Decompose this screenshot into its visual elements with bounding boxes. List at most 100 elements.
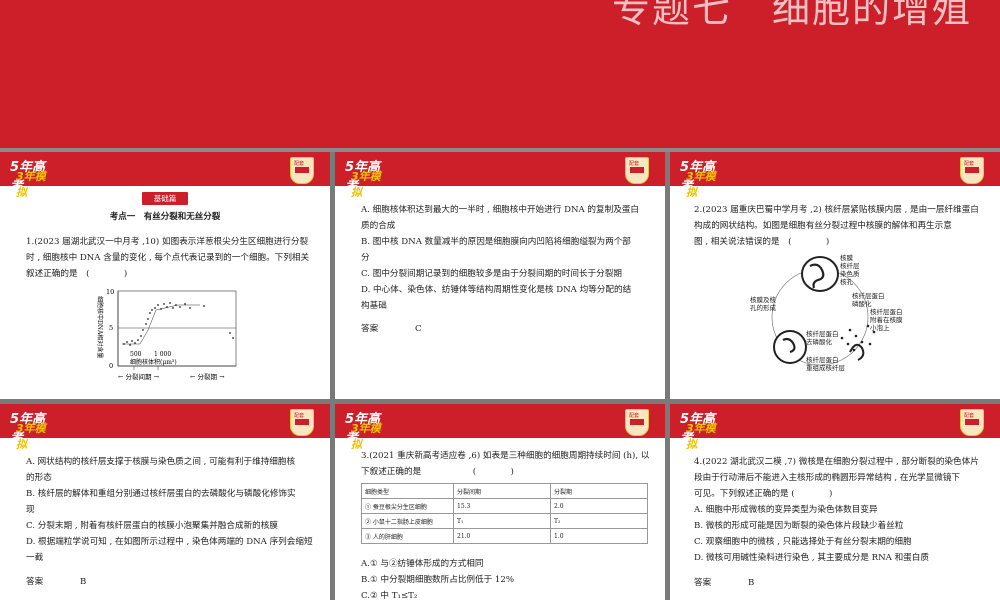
x-tick-label: 1 000 <box>154 351 171 358</box>
slide-thumbnail-3[interactable]: 5年高考 3年模拟 配套 2.(2023 届重庆巴蜀中学月考 ,2) 核纤层紧贴… <box>670 152 1000 399</box>
diagram-label: 核孔 <box>840 277 854 286</box>
slide-thumbnail-6[interactable]: 5年高考 3年模拟 配套 4.(2022 湖北武汉二模 ,7) 微核是在细胞分裂… <box>670 404 1000 600</box>
edition-badge-icon: 配套 <box>625 409 649 436</box>
table-header: 分裂期 <box>550 483 648 499</box>
y-tick-label: 5 <box>109 324 113 332</box>
table-cell: ② 小鼠十二指肠上皮细胞 <box>361 513 454 529</box>
option-line: A. 细胞中形成微核的变异类型为染色体数目变异 <box>694 505 878 515</box>
table-row: ③ 人的肝细胞 21.0 1.0 <box>361 528 648 544</box>
diagram-label: 核纤层蛋白 <box>852 291 885 300</box>
option-line: B. 微核的形成可能是因为断裂的染色体片段缺少着丝粒 <box>694 521 904 531</box>
edition-badge-icon: 配套 <box>625 157 649 184</box>
option-line: D. 根据端粒学说可知 , 在如图所示过程中 , 染色体两端的 DNA 序列会缩… <box>26 537 313 547</box>
brand-logo: 5年高考 3年模拟 <box>345 156 387 199</box>
diagram-label: 附着在核膜 <box>870 315 903 324</box>
badge-text: 配套 <box>294 413 305 419</box>
question-line: 可见。下列叙述正确的是 ( ) <box>694 489 833 499</box>
question-4-text: 4.(2022 湖北武汉二模 ,7) 微核是在细胞分裂过程中 , 部分断裂的染色… <box>694 454 994 566</box>
options-text: A. 细胞核体积达到最大的一半时 , 细胞核中开始进行 DNA 的复制及蛋白 质… <box>361 202 661 314</box>
phase-interphase: 分裂间期 <box>126 372 153 381</box>
section-title: 考点一 有丝分裂和无丝分裂 <box>109 212 221 222</box>
dna-scatter-graph: 细胞核中DNA相对含量 10 5 0 500 1 000 细胞核体积(μm³) … <box>96 288 237 381</box>
table-header: 细胞类型 <box>361 483 454 499</box>
table-cell: T₁ <box>453 513 551 529</box>
options-text: A.① 与②纺锤体形成的方式相同 B.① 中分裂期细胞数所占比例低于 12% C… <box>361 556 661 600</box>
phase-interphase-label: ← 分裂间期 → <box>118 372 160 381</box>
x-tick-label: 500 <box>130 351 142 358</box>
badge-text: 配套 <box>964 161 975 167</box>
diagram-label: 去磷酸化 <box>806 337 833 346</box>
option-line: C. 图中分裂间期记录到的细胞较多是由于分裂间期的时间长于分裂期 <box>361 269 622 279</box>
option-line: C. 观察细胞中的微核 , 只能选择处于有丝分裂末期的细胞 <box>694 537 912 547</box>
badge-text: 配套 <box>629 161 640 167</box>
answer-row: 答案 C <box>361 322 422 334</box>
option-line: 构基础 <box>361 301 387 311</box>
table-row: ① 蚕豆根尖分生区细胞 15.3 2.0 <box>361 498 648 514</box>
phase-mitosis-label: ← 分裂期 → <box>190 372 225 381</box>
option-line: 一截 <box>26 553 44 563</box>
option-line: 现 <box>26 505 35 515</box>
question-line: 图 , 相关说法错误的是 ( ) <box>694 237 830 247</box>
answer-row: 答案 B <box>26 575 86 587</box>
table-cell: ③ 人的肝细胞 <box>361 528 454 544</box>
slide-thumbnail-5[interactable]: 5年高考 3年模拟 配套 3.(2021 重庆新高考适应卷 ,6) 如表是三种细… <box>335 404 665 600</box>
option-line: 分 <box>361 253 370 263</box>
table-header: 分裂间期 <box>453 483 551 499</box>
table-cell: T₂ <box>550 513 648 529</box>
logo-line-2: 3年模拟 <box>686 170 716 199</box>
option-line: D. 微核可用碱性染料进行染色 , 其主要成分是 RNA 和蛋白质 <box>694 553 929 563</box>
table-cell: 1.0 <box>550 528 648 544</box>
graph-ylabel: 细胞核中DNA相对含量 <box>96 296 104 358</box>
question-line: 2.(2023 届重庆巴蜀中学月考 ,2) 核纤层紧贴核膜内层 , 是由一层纤维… <box>694 205 979 215</box>
answer-value: B <box>747 578 755 588</box>
nuclear-envelope-cycle-diagram: 核膜 核纤层 染色质 核孔 核纤层蛋白 磷酸化 核纤层蛋白 附着在核膜 小泡上 … <box>750 253 903 372</box>
option-line: A. 细胞核体积达到最大的一半时 , 细胞核中开始进行 DNA 的复制及蛋白 <box>361 205 639 215</box>
brand-logo: 5年高考 3年模拟 <box>345 408 387 451</box>
table-row: ② 小鼠十二指肠上皮细胞 T₁ T₂ <box>361 513 648 529</box>
diagram-label: 核纤层蛋白 <box>870 307 903 316</box>
diagram-label: 染色质 <box>840 269 860 278</box>
y-tick-label: 0 <box>109 362 113 370</box>
cell-cycle-table: 细胞类型 分裂间期 分裂期 ① 蚕豆根尖分生区细胞 15.3 2.0 ② 小鼠十… <box>361 483 648 544</box>
badge-text: 配套 <box>294 161 305 167</box>
diagram-label: 孔的形成 <box>750 303 777 312</box>
option-line: A. 网状结构的核纤层支撑于核膜与染色质之间 , 可能有利于维持细胞核 <box>26 457 296 467</box>
diagram-label: 核膜及核 <box>750 295 777 304</box>
question-line: 下叙述正确的是 ( ) <box>361 467 514 477</box>
slide-thumbnail-4[interactable]: 5年高考 3年模拟 配套 A. 网状结构的核纤层支撑于核膜与染色质之间 , 可能… <box>0 404 330 600</box>
option-line: C. 分裂末期 , 附着有核纤层蛋白的核膜小泡聚集并融合成新的核膜 <box>26 521 278 531</box>
question-line: 1.(2023 届湖北武汉一中月考 ,10) 如图表示洋葱根尖分生区细胞进行分裂 <box>26 237 309 247</box>
edition-badge-icon: 配套 <box>960 409 984 436</box>
table-cell: 2.0 <box>550 498 648 514</box>
slide-thumbnail-2[interactable]: 5年高考 3年模拟 配套 A. 细胞核体积达到最大的一半时 , 细胞核中开始进行… <box>335 152 665 399</box>
option-line: 的形态 <box>26 473 52 483</box>
badge-text: 配套 <box>629 413 640 419</box>
brand-logo: 5年高考 3年模拟 <box>10 156 52 199</box>
table-header-row: 细胞类型 分裂间期 分裂期 <box>361 483 648 499</box>
banner-title: 专题七 细胞的增殖 <box>612 0 973 31</box>
logo-line-2: 3年模拟 <box>686 422 716 451</box>
question-line: 时 , 细胞核中 DNA 含量的变化 , 每个点代表记录到的一个细胞。下列相关 <box>26 253 310 263</box>
diagram-label: 核纤层蛋白 <box>806 329 839 338</box>
phase-mitosis: 分裂期 <box>198 372 218 381</box>
question-2-text: 2.(2023 届重庆巴蜀中学月考 ,2) 核纤层紧贴核膜内层 , 是由一层纤维… <box>694 202 994 250</box>
diagram-label: 核纤层 <box>840 261 860 270</box>
option-line: B. 核纤层的解体和重组分别通过核纤层蛋白的去磷酸化与磷酸化修饰实 <box>26 489 296 499</box>
question-3-text: 3.(2021 重庆新高考适应卷 ,6) 如表是三种细胞的细胞周期持续时间 (h… <box>361 448 661 480</box>
edition-badge-icon: 配套 <box>290 409 314 436</box>
title-banner: 专题七 细胞的增殖 <box>0 0 1000 148</box>
diagram-label: 核纤层蛋白 <box>806 355 839 364</box>
answer-label: 答案 <box>26 577 44 587</box>
slide-thumbnail-1[interactable]: 5年高考 3年模拟 配套 基础篇 考点一 有丝分裂和无丝分裂 1.(2023 届… <box>0 152 330 399</box>
option-line: D. 中心体、染色体、纺锤体等结构周期性变化是核 DNA 均等分配的结 <box>361 285 632 295</box>
answer-label: 答案 <box>361 324 379 334</box>
edition-badge-icon: 配套 <box>960 157 984 184</box>
logo-line-2: 3年模拟 <box>16 170 46 199</box>
edition-badge-icon: 配套 <box>290 157 314 184</box>
y-tick-label: 10 <box>106 288 114 296</box>
question-line: 叙述正确的是 ( ) <box>26 269 128 279</box>
option-line: B.① 中分裂期细胞数所占比例低于 12% <box>361 575 515 585</box>
diagram-label: 核膜 <box>840 253 854 262</box>
question-line: 4.(2022 湖北武汉二模 ,7) 微核是在细胞分裂过程中 , 部分断裂的染色… <box>694 457 979 467</box>
question-line: 3.(2021 重庆新高考适应卷 ,6) 如表是三种细胞的细胞周期持续时间 (h… <box>361 451 650 461</box>
